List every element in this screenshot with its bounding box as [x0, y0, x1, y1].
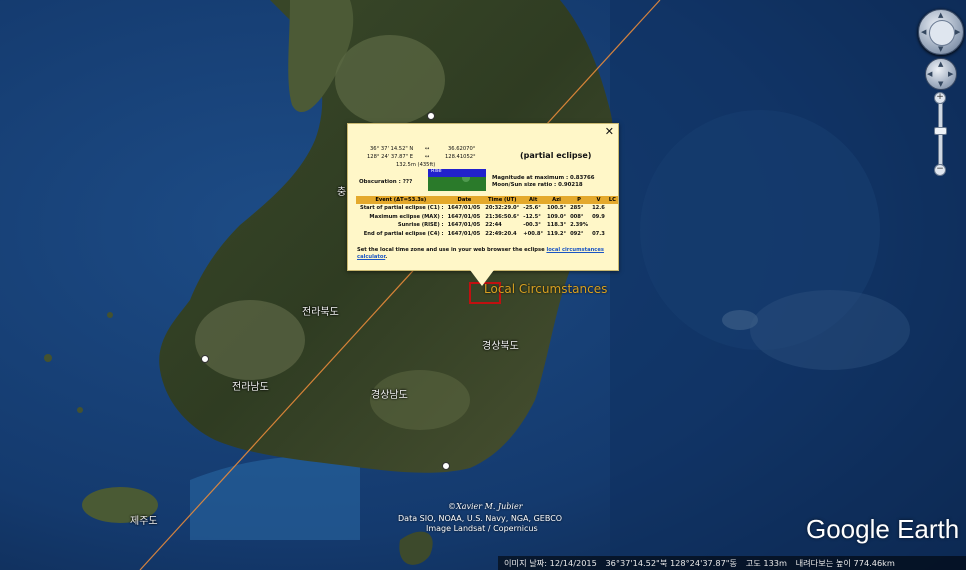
table-row: Start of partial eclipse (C1) : 1647/01/…: [359, 205, 605, 212]
image-attribution: Image Landsat / Copernicus: [426, 524, 538, 533]
arrow-up-icon[interactable]: ▲: [938, 60, 943, 68]
cursor-coordinates: 36°37'14.52"북 128°24'37.87"동: [605, 558, 738, 568]
arrow-right-icon[interactable]: ▶: [948, 70, 953, 78]
table-row: End of partial eclipse (C4) : 1647/01/05…: [363, 231, 605, 238]
magnitude: Magnitude at maximum : 0.83766: [492, 175, 595, 181]
status-bar: 이미지 날짜: 12/14/2015 36°37'14.52"북 128°24'…: [498, 556, 966, 570]
arrow-icon: ↔: [425, 154, 430, 160]
city-marker[interactable]: [442, 462, 450, 470]
header-azi: Azi: [545, 196, 569, 204]
arrow-right-icon[interactable]: ▶: [955, 28, 960, 36]
placemark-label[interactable]: Local Circumstances: [484, 282, 607, 296]
jeonbuk-label: 전라북도: [302, 307, 339, 318]
table-row: Maximum eclipse (MAX) : 1647/01/05 21:36…: [369, 213, 605, 220]
google-earth-logo: Google Earth: [806, 514, 960, 544]
kyungbuk-label: 경상북도: [482, 341, 519, 352]
close-icon[interactable]: ✕: [605, 125, 614, 138]
header-p: P: [568, 196, 591, 204]
timezone-note: Set the local time zone and use in your …: [357, 247, 604, 260]
header-lc: LC: [606, 196, 618, 204]
jeonnam-label: 전라남도: [232, 382, 269, 393]
look-around-control[interactable]: ▲ ▼ ◀ ▶: [918, 9, 964, 55]
obscuration-label: Obscuration : ???: [359, 179, 413, 185]
header-time: Time (UT): [483, 196, 522, 204]
arrow-left-icon[interactable]: ◀: [927, 70, 932, 78]
table-row: Sunrise (RISE) : 1647/01/05 22:44 -00.3°…: [397, 222, 589, 229]
longitude-dms: 128° 24' 37.87" E: [367, 154, 413, 160]
header-event: Event (ΔT=53.3s): [356, 196, 446, 204]
city-marker[interactable]: [427, 112, 435, 120]
elevation: 132.5m (435ft): [396, 162, 436, 168]
jeju-label: 제주도: [130, 516, 158, 527]
circumstances-table: Event (ΔT=53.3s) Date Time (UT) Alt Azi …: [356, 196, 618, 238]
eclipse-thumbnail: Rise: [428, 168, 486, 191]
move-control[interactable]: ▲ ▼ ◀ ▶: [925, 58, 957, 90]
rise-label: Rise: [431, 168, 442, 174]
author-credit: ©Xavier M. Jubier: [448, 502, 523, 511]
table-header-row: Event (ΔT=53.3s) Date Time (UT) Alt Azi …: [356, 196, 618, 204]
arrow-icon: ↔: [425, 146, 430, 152]
kyungnam-label: 경상남도: [371, 390, 408, 401]
arrow-left-icon[interactable]: ◀: [921, 28, 926, 36]
data-attribution: Data SIO, NOAA, U.S. Navy, NGA, GEBCO: [398, 514, 563, 523]
eclipse-type-title: (partial eclipse): [520, 151, 592, 160]
city-marker[interactable]: [201, 355, 209, 363]
eclipse-info-balloon: ✕ 36° 37' 14.52" N ↔ 36.62070° 128° 24' …: [347, 123, 619, 286]
header-date: Date: [445, 196, 484, 204]
zoom-slider-handle[interactable]: [934, 126, 947, 135]
latitude-dms: 36° 37' 14.52" N: [370, 146, 414, 152]
arrow-up-icon[interactable]: ▲: [938, 11, 943, 19]
header-v: V: [590, 196, 607, 204]
ground-elevation: 고도 133m: [745, 558, 787, 568]
longitude-decimal: 128.41052°: [445, 154, 476, 160]
chungbuk-label: 충: [337, 187, 347, 198]
latitude-decimal: 36.62070°: [448, 146, 476, 152]
arrow-down-icon[interactable]: ▼: [938, 80, 943, 88]
header-alt: Alt: [521, 196, 546, 204]
imagery-date: 이미지 날짜: 12/14/2015: [504, 558, 597, 568]
eye-altitude: 내려다보는 높이 774.46km: [795, 558, 895, 568]
eye-icon[interactable]: [929, 20, 955, 46]
zoom-out-button[interactable]: −: [934, 164, 946, 176]
arrow-down-icon[interactable]: ▼: [938, 45, 943, 53]
size-ratio: Moon/Sun size ratio : 0.90218: [492, 182, 583, 188]
